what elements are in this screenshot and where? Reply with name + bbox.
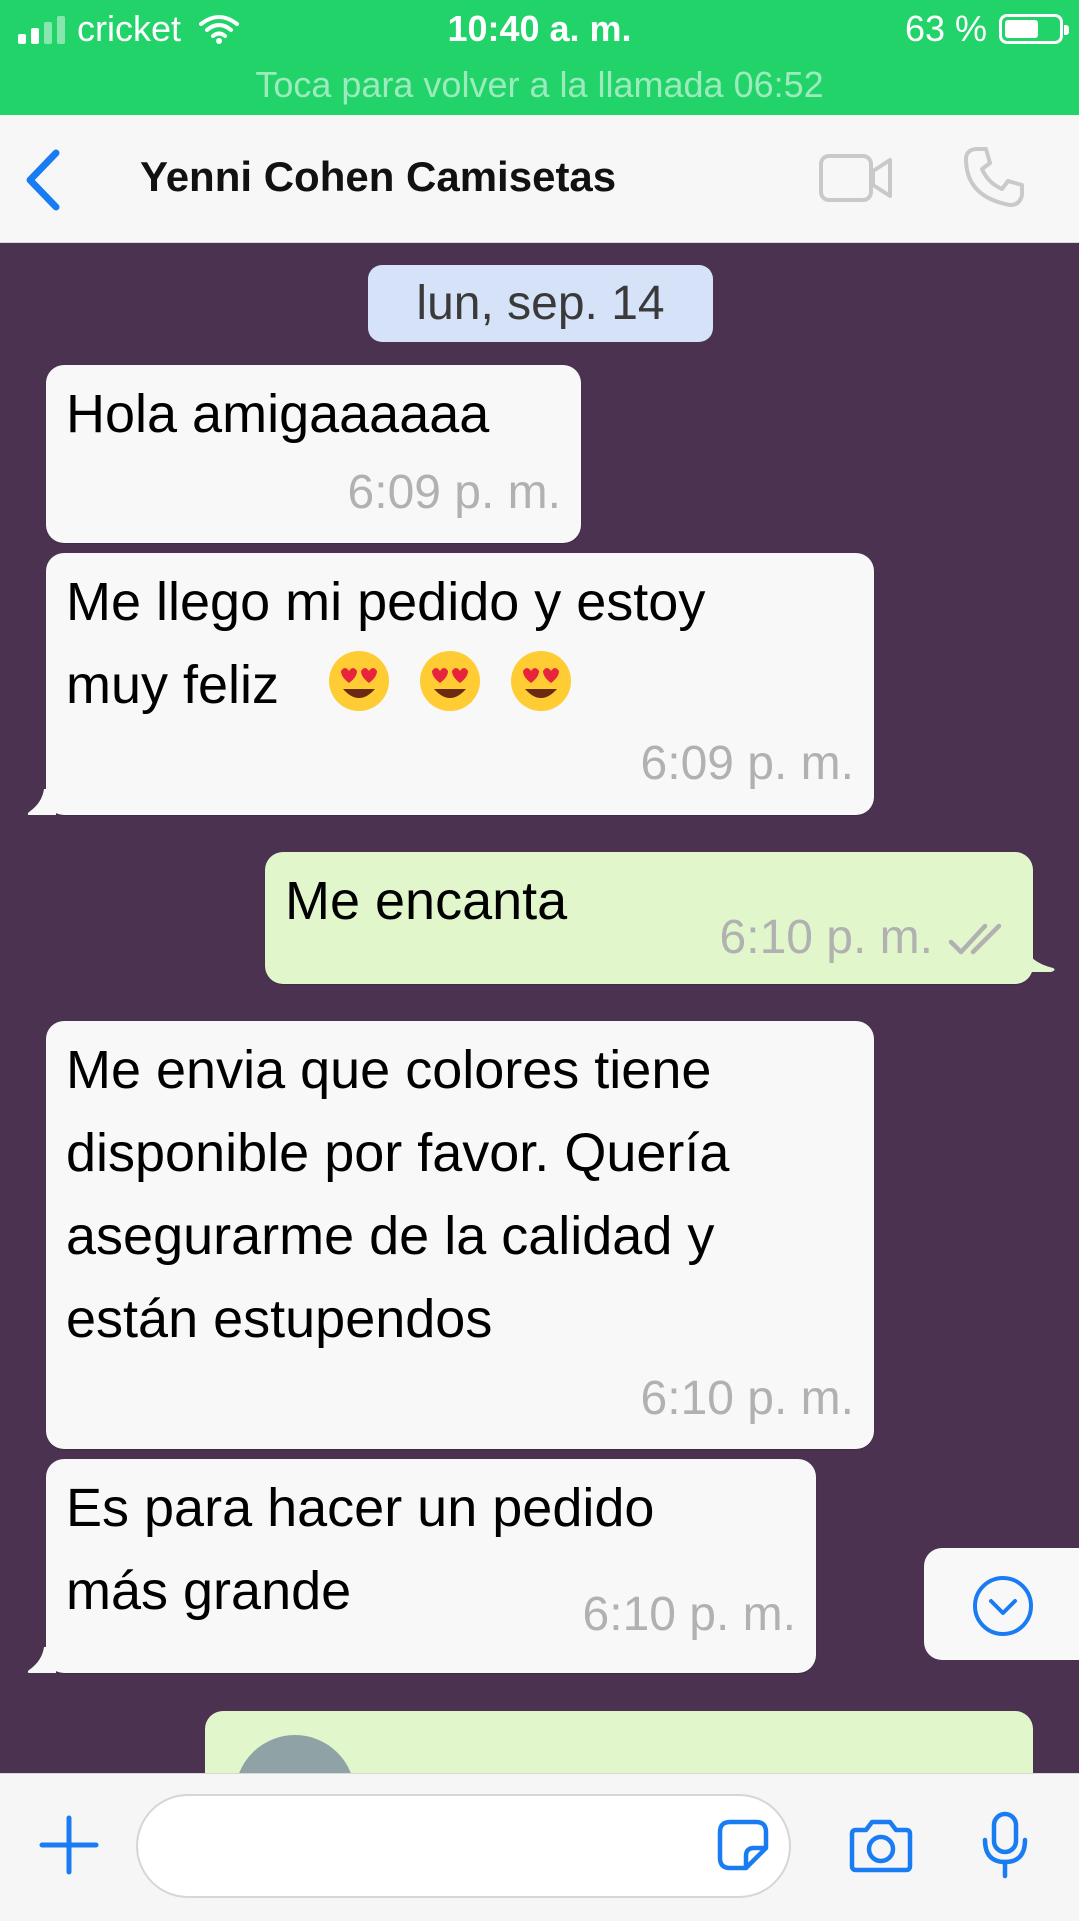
message-list[interactable]: lun, sep. 14 Hola amigaaaaaa 6:09 p. m. … xyxy=(0,243,1079,1773)
read-receipt-icon xyxy=(948,924,1002,955)
bubble-tail-icon xyxy=(27,1647,56,1673)
video-call-icon[interactable] xyxy=(818,151,894,205)
message-bubble-outgoing-media[interactable] xyxy=(205,1711,1033,1773)
message-bubble-incoming[interactable]: Es para hacer un pedido más grande 6:10 … xyxy=(27,1459,816,1673)
message-text-line: Me envia que colores tiene xyxy=(66,1040,712,1100)
message-text-block: Me llego mi pedido y estoy muy feliz xyxy=(66,561,854,727)
message-text-line-emoji: muy feliz xyxy=(66,644,854,727)
message-text-line: Me llego mi pedido y estoy xyxy=(66,572,706,632)
heart-eyes-emoji-icon xyxy=(329,651,390,711)
battery-icon xyxy=(999,14,1069,44)
message-bubble-incoming[interactable]: Me llego mi pedido y estoy muy feliz 6:0… xyxy=(27,553,874,815)
scroll-down-icon xyxy=(973,1576,1033,1636)
chat-header: Yenni Cohen Camisetas xyxy=(0,115,1079,243)
sticker-icon[interactable] xyxy=(716,1818,770,1872)
back-chevron-icon[interactable] xyxy=(20,145,70,215)
message-time: 6:09 p. m. xyxy=(347,466,561,519)
message-bubble-incoming[interactable]: Hola amigaaaaaa 6:09 p. m. xyxy=(46,365,581,543)
composer-bar xyxy=(0,1773,1079,1921)
phone-call-icon[interactable] xyxy=(962,145,1026,209)
message-time: 6:10 p. m. xyxy=(719,911,933,964)
battery-group: 63 % xyxy=(904,8,1069,50)
plus-icon[interactable] xyxy=(38,1814,100,1876)
message-text: muy feliz xyxy=(66,655,280,715)
media-thumbnail[interactable] xyxy=(235,1735,355,1773)
heart-eyes-emoji-icon xyxy=(511,651,572,711)
message-bubble-incoming[interactable]: Me envia que colores tiene disponible po… xyxy=(46,1021,874,1449)
message-time: 6:10 p. m. xyxy=(640,1372,854,1425)
scroll-to-bottom-button[interactable] xyxy=(924,1548,1079,1660)
date-separator: lun, sep. 14 xyxy=(368,265,713,342)
message-time: 6:09 p. m. xyxy=(640,737,854,790)
status-bar: cricket 10:40 a. m. 63 % Toca para volve… xyxy=(0,0,1079,115)
message-text-line: asegurarme de la calidad y xyxy=(66,1206,715,1266)
message-text: Hola amigaaaaaa xyxy=(66,384,490,444)
message-input[interactable] xyxy=(136,1794,791,1898)
heart-eyes-emoji-icon xyxy=(420,651,481,711)
microphone-icon[interactable] xyxy=(980,1810,1030,1880)
message-bubble-outgoing[interactable]: Me encanta 6:10 p. m. xyxy=(265,852,1055,984)
bubble-tail-icon xyxy=(1025,946,1055,972)
message-text-block: Me envia que colores tiene disponible po… xyxy=(66,1029,854,1361)
message-text-line: están estupendos xyxy=(66,1289,493,1349)
bubble-tail-icon xyxy=(27,789,56,815)
return-to-call-banner[interactable]: Toca para volver a la llamada 06:52 xyxy=(0,64,1079,106)
message-text-line: Es para hacer un pedido xyxy=(66,1478,655,1538)
message-text-line: disponible por favor. Quería xyxy=(66,1123,730,1183)
battery-percent: 63 % xyxy=(904,8,987,49)
message-meta: 6:10 p. m. xyxy=(720,910,1013,966)
message-time: 6:10 p. m. xyxy=(582,1588,796,1641)
camera-icon[interactable] xyxy=(848,1816,914,1874)
contact-name[interactable]: Yenni Cohen Camisetas xyxy=(140,153,616,201)
